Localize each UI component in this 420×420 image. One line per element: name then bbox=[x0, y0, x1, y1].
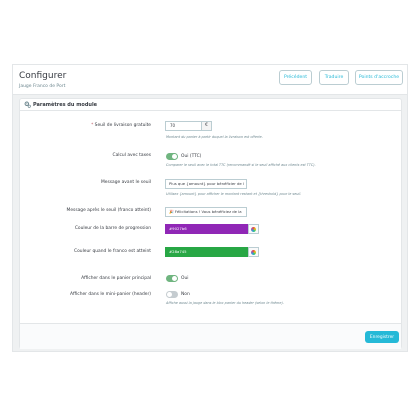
save-button[interactable]: Enregistrer bbox=[365, 331, 399, 343]
currency-suffix: € bbox=[202, 121, 212, 131]
reached-color-input[interactable]: #28a745 bbox=[165, 247, 248, 257]
before-msg-label: Message avant le seuil bbox=[100, 180, 151, 185]
bar-color-input[interactable]: #9027b6 bbox=[165, 224, 248, 234]
card-header: Paramètres du module bbox=[20, 99, 401, 111]
back-button[interactable]: Précédent bbox=[279, 70, 312, 85]
color-picker-button[interactable] bbox=[248, 247, 259, 257]
reached-color-label: Couleur quand le franco est atteint bbox=[74, 249, 151, 254]
main-cart-label: Afficher dans le panier principal bbox=[81, 276, 151, 281]
taxes-help: Comparer le seuil avec le total TTC (rec… bbox=[166, 163, 316, 167]
page-subtitle: Jauge Franco de Port bbox=[19, 84, 66, 89]
page-header: Configurer Jauge Franco de Port Précéden… bbox=[13, 65, 407, 95]
mini-cart-state: Non bbox=[181, 292, 190, 297]
color-picker-button[interactable] bbox=[248, 224, 259, 234]
threshold-help: Montant du panier à partir duquel la liv… bbox=[166, 135, 263, 139]
translate-button[interactable]: Traduire bbox=[319, 70, 349, 85]
taxes-label: Calcul avec taxes bbox=[112, 153, 151, 158]
color-wheel-icon bbox=[251, 226, 256, 232]
after-msg-input[interactable]: 🎉 Félicitations ! Vous bénéficiez de la bbox=[165, 207, 247, 217]
before-msg-input[interactable]: Plus que {amount} pour bénéficier de l bbox=[165, 179, 247, 189]
main-cart-toggle[interactable] bbox=[166, 275, 178, 282]
gears-icon bbox=[24, 101, 31, 108]
card-title: Paramètres du module bbox=[33, 101, 98, 108]
before-msg-help: Utilisez {amount} pour afficher le monta… bbox=[166, 192, 302, 196]
taxes-state: Oui (TTC) bbox=[181, 154, 202, 159]
bar-color-label: Couleur de la barre de progression bbox=[74, 226, 151, 231]
taxes-toggle[interactable] bbox=[166, 153, 178, 160]
main-cart-state: Oui bbox=[181, 276, 189, 281]
threshold-label: * Seuil de livraison gratuite bbox=[91, 123, 151, 128]
hooks-button[interactable]: Points d'accroche bbox=[355, 70, 403, 85]
module-settings-card: Paramètres du module * Seuil de livraiso… bbox=[19, 98, 402, 349]
threshold-input[interactable]: 70 bbox=[165, 121, 202, 131]
card-footer: Enregistrer bbox=[20, 323, 401, 349]
mini-cart-label: Afficher dans le mini-panier (header) bbox=[70, 292, 151, 297]
page-title: Configurer bbox=[19, 71, 67, 81]
color-wheel-icon bbox=[251, 249, 256, 255]
after-msg-label: Message après le seuil (franco atteint) bbox=[66, 208, 151, 213]
mini-cart-help: Affiche aussi la jauge dans le bloc pani… bbox=[166, 301, 284, 305]
module-config-screenshot: Configurer Jauge Franco de Port Précéden… bbox=[12, 64, 408, 352]
mini-cart-toggle[interactable] bbox=[166, 291, 178, 298]
